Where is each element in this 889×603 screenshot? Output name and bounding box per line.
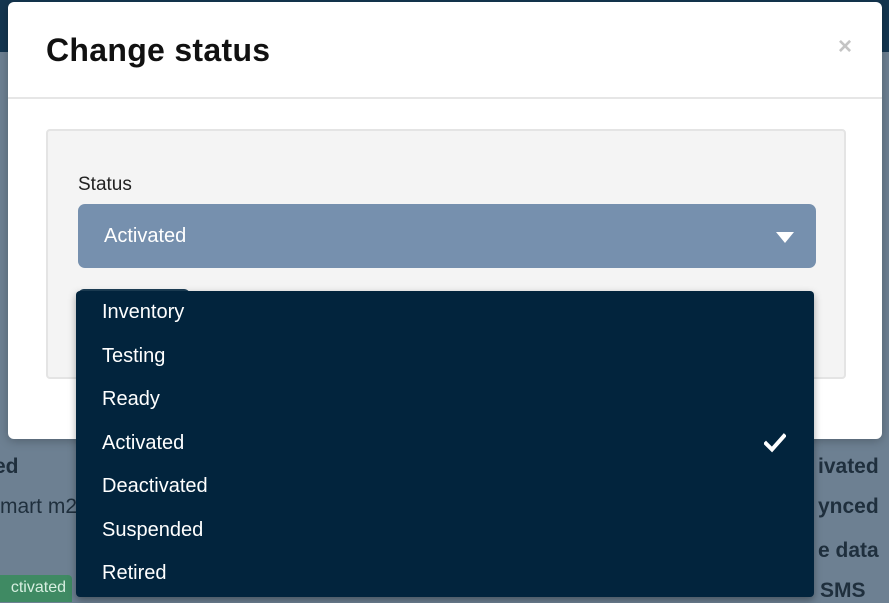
option-label: Deactivated xyxy=(102,475,208,497)
status-option-suspended[interactable]: Suspended xyxy=(76,509,814,552)
option-label: Retired xyxy=(102,562,167,584)
background-fragment: mart m2 xyxy=(0,495,78,518)
status-option-deactivated[interactable]: Deactivated xyxy=(76,465,814,508)
check-icon xyxy=(764,433,786,453)
option-label: Ready xyxy=(102,388,160,410)
background-badge-label: ctivated xyxy=(10,579,66,596)
option-label: Testing xyxy=(102,345,166,367)
background-fragment: ynced xyxy=(818,495,879,518)
caret-down-icon xyxy=(776,232,794,243)
status-label: Status xyxy=(78,174,132,195)
close-icon[interactable]: × xyxy=(834,35,856,59)
option-label: Inventory xyxy=(102,301,185,323)
status-select[interactable]: Activated xyxy=(78,204,816,268)
background-fragment: SMS xyxy=(820,579,866,602)
status-option-retired[interactable]: Retired xyxy=(76,552,814,595)
status-option-ready[interactable]: Ready xyxy=(76,378,814,421)
status-option-activated[interactable]: Activated xyxy=(76,422,814,465)
status-option-inventory[interactable]: Inventory xyxy=(76,291,814,334)
background-fragment: ivated xyxy=(818,455,879,478)
status-select-value: Activated xyxy=(104,225,187,247)
status-option-testing[interactable]: Testing xyxy=(76,335,814,378)
background-fragment: ed xyxy=(0,455,19,478)
modal-header: Change status × xyxy=(8,2,882,99)
modal-title: Change status xyxy=(46,32,271,68)
option-label: Activated xyxy=(102,432,185,454)
background-status-badge: ctivated xyxy=(0,575,72,602)
status-dropdown-list: Inventory Testing Ready Activated Deacti… xyxy=(76,291,814,597)
background-fragment: e data xyxy=(818,539,879,562)
option-label: Suspended xyxy=(102,519,204,541)
